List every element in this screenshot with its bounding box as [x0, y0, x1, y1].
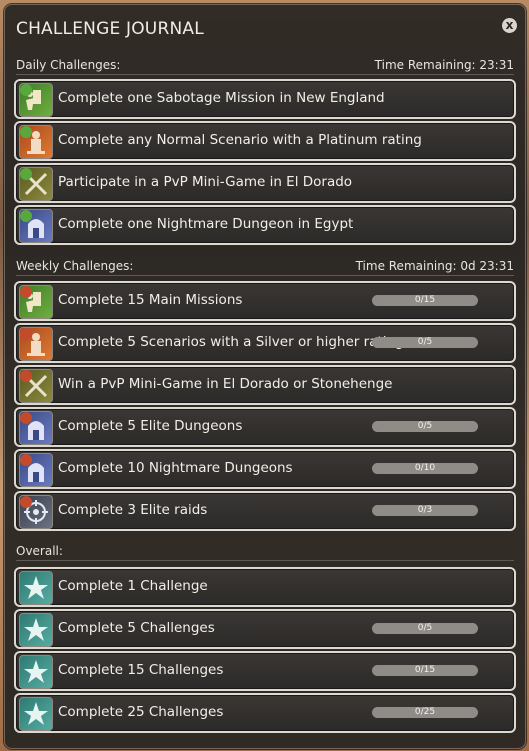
- overall-label: Overall:: [16, 544, 63, 558]
- weekly-challenge-row[interactable]: Win a PvP Mini-Game in El Dorado or Ston…: [14, 365, 516, 405]
- sabotage-mission-icon: [19, 83, 53, 117]
- progress-bar: 0/15: [372, 295, 478, 306]
- weekly-challenge-row[interactable]: Complete 5 Elite Dungeons 0/5: [14, 407, 516, 447]
- challenge-text: Win a PvP Mini-Game in El Dorado or Ston…: [58, 376, 393, 392]
- progress-bar: 0/10: [372, 463, 478, 474]
- overall-challenge-row[interactable]: Complete 5 Challenges 0/5: [14, 609, 516, 649]
- challenge-text: Complete 3 Elite raids: [58, 502, 208, 518]
- overall-challenge-row[interactable]: Complete 15 Challenges 0/15: [14, 651, 516, 691]
- star-emblem-icon: [19, 571, 53, 605]
- reward-badge-icon: [20, 126, 32, 138]
- scenario-icon: [19, 125, 53, 159]
- challenge-text: Complete 15 Challenges: [58, 662, 224, 678]
- overall-header: Overall:: [16, 544, 514, 561]
- daily-challenges-header: Daily Challenges: Time Remaining: 23:31: [16, 58, 514, 75]
- overall-challenge-row[interactable]: Complete 1 Challenge: [14, 567, 516, 607]
- star-emblem-icon: [19, 655, 53, 689]
- crossed-swords-icon: [19, 167, 53, 201]
- crossed-swords-icon: [19, 369, 53, 403]
- progress-bar: 0/5: [372, 337, 478, 348]
- challenge-text: Complete 5 Scenarios with a Silver or hi…: [58, 334, 404, 350]
- close-icon[interactable]: x: [502, 18, 517, 33]
- weekly-challenge-row[interactable]: Complete 5 Scenarios with a Silver or hi…: [14, 323, 516, 363]
- challenge-text: Complete 1 Challenge: [58, 578, 208, 594]
- sabotage-mission-icon: [19, 285, 53, 319]
- challenge-text: Complete one Nightmare Dungeon in Egypt: [58, 216, 354, 232]
- daily-challenge-row[interactable]: Complete one Nightmare Dungeon in Egypt: [14, 205, 516, 245]
- progress-bar: 0/5: [372, 421, 478, 432]
- reward-badge-icon: [20, 210, 32, 222]
- challenge-text: Complete 5 Challenges: [58, 620, 215, 636]
- reward-badge-icon: [20, 84, 32, 96]
- progress-bar: 0/15: [372, 665, 478, 676]
- reward-badge-icon: [20, 496, 32, 508]
- reward-badge-icon: [20, 286, 32, 298]
- progress-bar: 0/3: [372, 505, 478, 516]
- challenge-text: Complete 10 Nightmare Dungeons: [58, 460, 293, 476]
- panel-title: CHALLENGE JOURNAL: [16, 19, 204, 39]
- daily-challenge-row[interactable]: Complete any Normal Scenario with a Plat…: [14, 121, 516, 161]
- reward-badge-icon: [20, 370, 32, 382]
- daily-time-remaining: Time Remaining: 23:31: [374, 58, 514, 72]
- daily-challenge-row[interactable]: Participate in a PvP Mini-Game in El Dor…: [14, 163, 516, 203]
- progress-bar: 0/5: [372, 623, 478, 634]
- challenge-text: Complete 15 Main Missions: [58, 292, 243, 308]
- challenge-text: Complete 5 Elite Dungeons: [58, 418, 243, 434]
- dungeon-icon: [19, 411, 53, 445]
- scenario-icon: [19, 327, 53, 361]
- challenge-journal-panel: CHALLENGE JOURNAL x Daily Challenges: Ti…: [4, 4, 526, 749]
- weekly-challenge-row[interactable]: Complete 3 Elite raids 0/3: [14, 491, 516, 531]
- weekly-challenges-header: Weekly Challenges: Time Remaining: 0d 23…: [16, 259, 514, 276]
- overall-challenge-row[interactable]: Complete 25 Challenges 0/25: [14, 693, 516, 733]
- dungeon-icon: [19, 209, 53, 243]
- reward-badge-icon: [20, 454, 32, 466]
- reward-badge-icon: [20, 168, 32, 180]
- reward-badge-icon: [20, 328, 32, 340]
- progress-bar: 0/25: [372, 707, 478, 718]
- star-emblem-icon: [19, 697, 53, 731]
- challenge-text: Complete 25 Challenges: [58, 704, 224, 720]
- challenge-text: Complete any Normal Scenario with a Plat…: [58, 132, 422, 148]
- dungeon-icon: [19, 453, 53, 487]
- challenge-text: Complete one Sabotage Mission in New Eng…: [58, 90, 385, 106]
- daily-challenge-row[interactable]: Complete one Sabotage Mission in New Eng…: [14, 79, 516, 119]
- weekly-challenges-label: Weekly Challenges:: [16, 259, 134, 273]
- weekly-time-remaining: Time Remaining: 0d 23:31: [355, 259, 514, 273]
- daily-challenges-label: Daily Challenges:: [16, 58, 121, 72]
- raid-icon: [19, 495, 53, 529]
- weekly-challenge-row[interactable]: Complete 15 Main Missions 0/15: [14, 281, 516, 321]
- weekly-challenge-row[interactable]: Complete 10 Nightmare Dungeons 0/10: [14, 449, 516, 489]
- reward-badge-icon: [20, 412, 32, 424]
- challenge-text: Participate in a PvP Mini-Game in El Dor…: [58, 174, 353, 190]
- star-emblem-icon: [19, 613, 53, 647]
